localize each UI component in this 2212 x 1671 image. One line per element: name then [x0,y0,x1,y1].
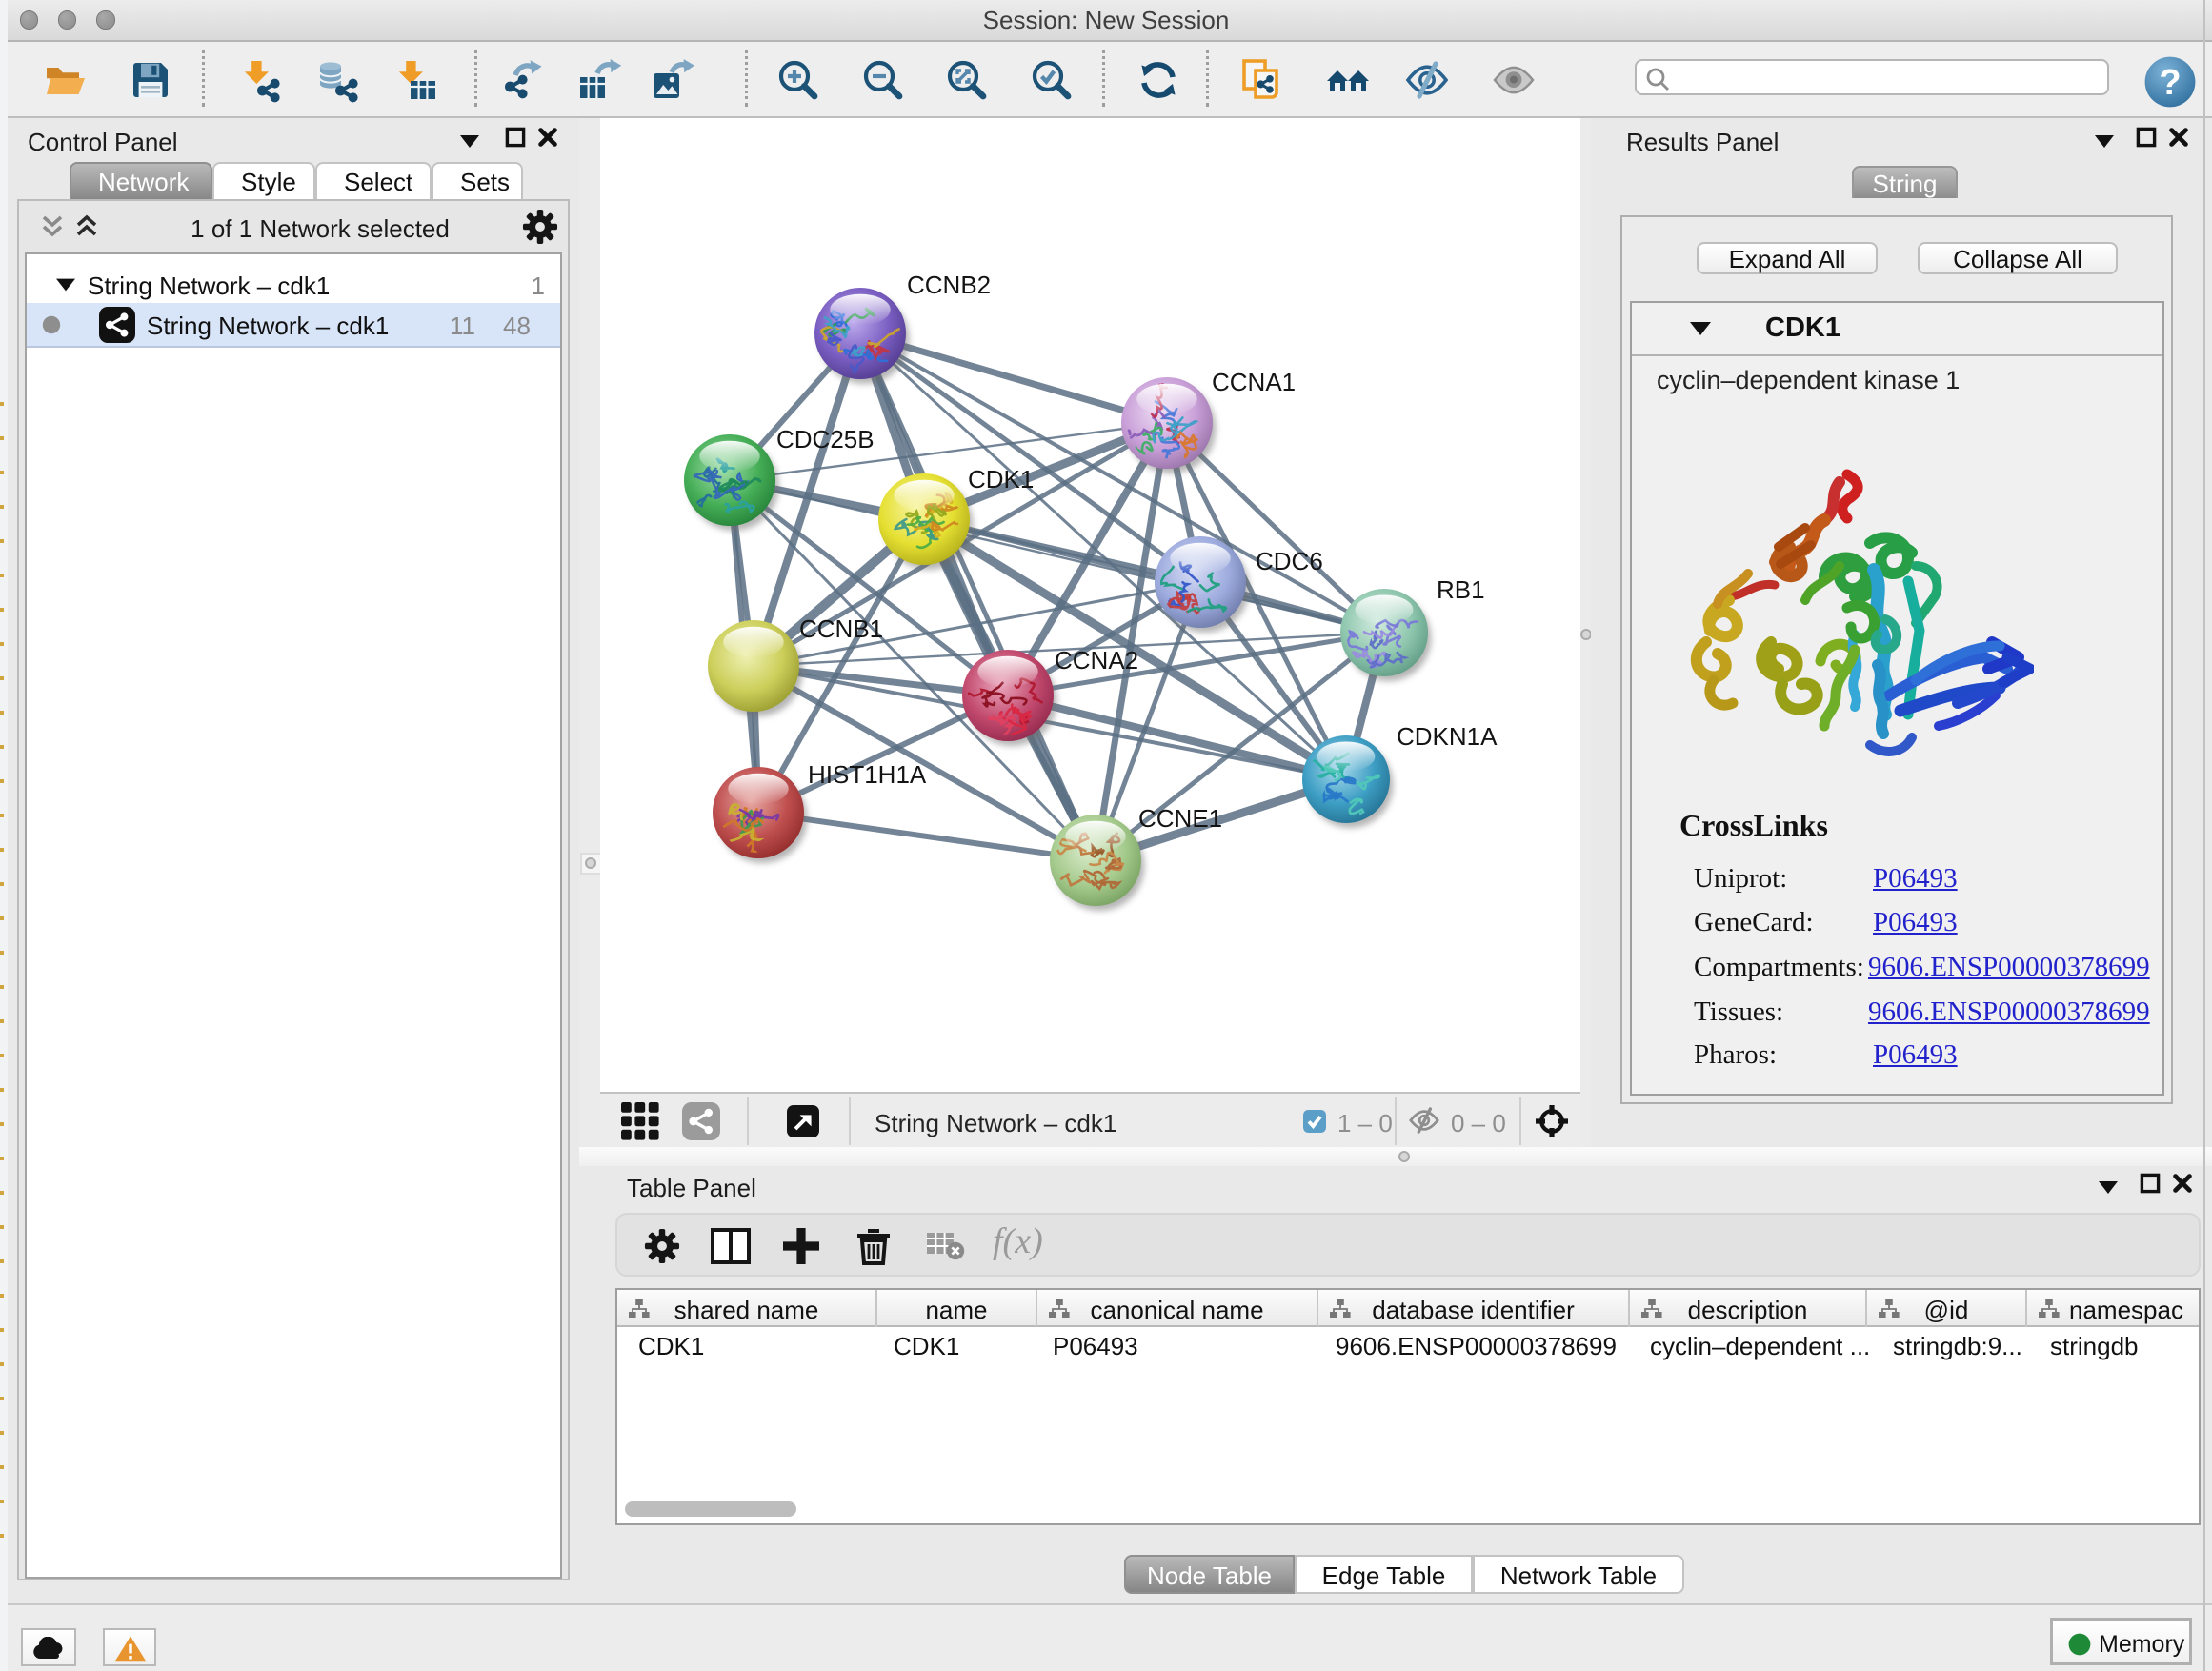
svg-text:CCNA1: CCNA1 [1212,368,1296,396]
svg-text:CDC25B: CDC25B [776,425,875,453]
svg-text:?: ? [2159,63,2181,103]
svg-text:CCNB1: CCNB1 [799,614,883,643]
svg-text:CCNA2: CCNA2 [1055,646,1138,674]
svg-text:CCNB2: CCNB2 [907,271,991,299]
svg-text:CDK1: CDK1 [968,465,1034,493]
svg-text:RB1: RB1 [1437,575,1485,604]
svg-text:CCNE1: CCNE1 [1138,804,1222,833]
svg-text:CDKN1A: CDKN1A [1397,722,1498,751]
svg-text:CDC6: CDC6 [1256,547,1323,575]
svg-text:HIST1H1A: HIST1H1A [808,760,927,789]
